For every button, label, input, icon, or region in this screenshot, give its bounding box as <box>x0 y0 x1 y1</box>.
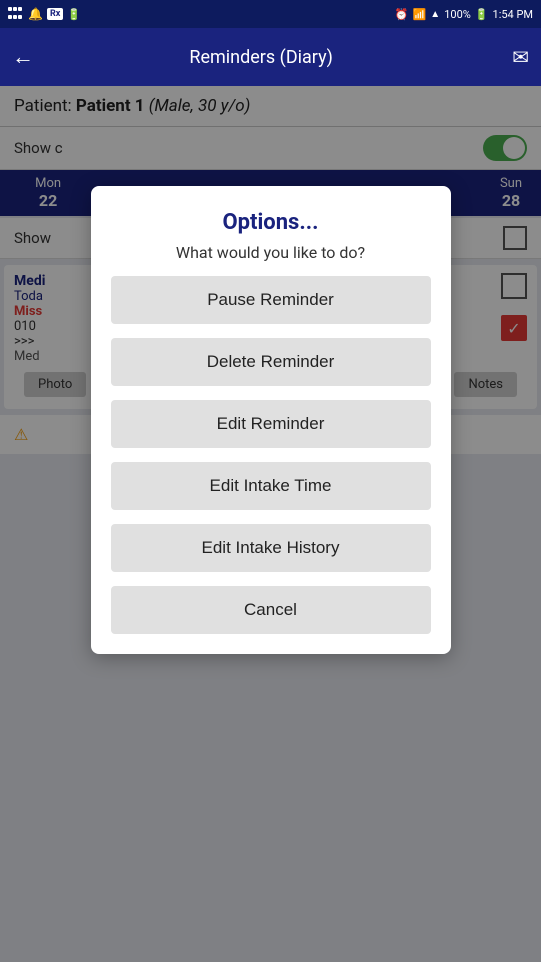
battery-icon: 🔋 <box>475 8 489 21</box>
status-right: ⏰ 📶 ▲ 100% 🔋 1:54 PM <box>395 8 533 21</box>
edit-reminder-button[interactable]: Edit Reminder <box>111 400 431 448</box>
dialog-subtitle: What would you like to do? <box>176 243 365 262</box>
rx-icon: Rx <box>47 8 63 20</box>
pause-reminder-button[interactable]: Pause Reminder <box>111 276 431 324</box>
battery-low-icon: 🔋 <box>67 8 81 21</box>
time: 1:54 PM <box>493 8 533 21</box>
dialog-title: Options... <box>222 210 318 235</box>
wifi-icon: 📶 <box>413 8 427 21</box>
nav-bar: ← Reminders (Diary) ✉ <box>0 28 541 86</box>
options-dialog: Options... What would you like to do? Pa… <box>91 186 451 654</box>
back-button[interactable]: ← <box>12 44 34 70</box>
cancel-button[interactable]: Cancel <box>111 586 431 634</box>
status-icons-left: 🔔 Rx 🔋 <box>8 7 81 21</box>
notification-icon: 🔔 <box>28 7 43 21</box>
edit-intake-time-button[interactable]: Edit Intake Time <box>111 462 431 510</box>
signal-icon: ▲ <box>430 9 440 20</box>
modal-overlay: Options... What would you like to do? Pa… <box>0 86 541 962</box>
status-bar: 🔔 Rx 🔋 ⏰ 📶 ▲ 100% 🔋 1:54 PM <box>0 0 541 28</box>
delete-reminder-button[interactable]: Delete Reminder <box>111 338 431 386</box>
alarm-icon: ⏰ <box>395 8 409 21</box>
main-content: Patient: Patient 1 (Male, 30 y/o) Show c… <box>0 86 541 962</box>
page-title: Reminders (Diary) <box>46 47 476 68</box>
edit-intake-history-button[interactable]: Edit Intake History <box>111 524 431 572</box>
send-button[interactable]: ✉ <box>512 45 529 69</box>
battery-percent: 100% <box>444 8 471 21</box>
